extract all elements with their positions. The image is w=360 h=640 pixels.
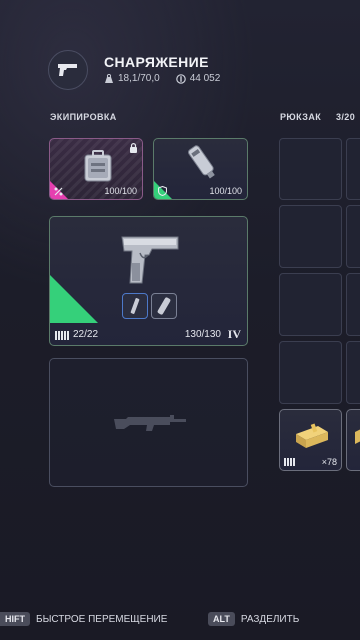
pistol-icon xyxy=(121,236,179,284)
item-count: ×78 xyxy=(321,457,337,467)
ammo-icon xyxy=(55,331,69,340)
money-value: 44 052 xyxy=(189,73,221,84)
backpack-item-partial[interactable] xyxy=(346,409,360,471)
backpack-slot[interactable] xyxy=(279,273,342,336)
backpack-slot[interactable] xyxy=(279,341,342,404)
rifle-silhouette-icon xyxy=(114,415,186,431)
magazine-icon xyxy=(130,298,140,314)
alt-key-hint: ALT xyxy=(208,612,235,626)
backpack-item-ammo[interactable]: ×78 xyxy=(279,409,342,471)
suppressor-icon xyxy=(157,297,171,315)
slot-count: 100/100 xyxy=(209,186,242,196)
quick-move-label: БЫСТРОЕ ПЕРЕМЕЩЕНИЕ xyxy=(36,613,168,625)
ammo-box-icon xyxy=(296,423,328,448)
ammo-icon xyxy=(284,458,295,466)
shift-key-hint: HIFT xyxy=(0,612,30,626)
backpack-label: РЮКЗАК xyxy=(280,112,322,122)
ammo-box-icon xyxy=(355,429,360,444)
attachment-slot-suppressor[interactable] xyxy=(151,293,177,319)
equipment-slot-case[interactable]: 100/100 xyxy=(49,138,143,200)
weapon-tier: IV xyxy=(227,327,241,341)
sprayer-icon xyxy=(188,145,215,179)
coin-icon xyxy=(175,73,186,84)
backpack-slot[interactable] xyxy=(279,205,342,268)
rarity-corner xyxy=(50,275,98,323)
backpack-slot[interactable] xyxy=(346,205,360,268)
split-label: РАЗДЕЛИТЬ xyxy=(240,613,300,625)
backpack-slot[interactable] xyxy=(346,273,360,336)
weight-value: 18,1/70,0 xyxy=(118,73,160,84)
pistol-icon xyxy=(58,64,77,76)
attachment-slot-magazine[interactable] xyxy=(122,293,148,319)
equipment-slot-sprayer[interactable]: 100/100 xyxy=(153,138,248,200)
page-title: СНАРЯЖЕНИЕ xyxy=(104,54,209,70)
backpack-slot[interactable] xyxy=(346,341,360,404)
weapon-slot-primary[interactable]: 22/22 130/130 IV xyxy=(49,216,248,346)
weight-icon xyxy=(105,74,113,83)
backpack-slot[interactable] xyxy=(346,138,360,200)
shield-icon xyxy=(158,186,167,196)
weapon-slot-secondary[interactable] xyxy=(49,358,248,487)
backpack-capacity: 3/20 xyxy=(336,112,356,122)
hint-split[interactable]: ALT РАЗДЕЛИТЬ xyxy=(208,612,299,626)
weapon-ammo: 22/22 xyxy=(73,329,99,340)
weapon-durability: 130/130 xyxy=(184,329,221,340)
lock-icon xyxy=(130,143,137,153)
slot-count: 100/100 xyxy=(104,186,137,196)
tool-case-icon xyxy=(84,150,112,182)
header-stats: 18,1/70,0 44 052 xyxy=(104,73,220,84)
loadout-icon-badge xyxy=(48,50,88,90)
percent-icon xyxy=(54,187,63,196)
backpack-slot[interactable] xyxy=(279,138,342,200)
hint-quick-move[interactable]: HIFT БЫСТРОЕ ПЕРЕМЕЩЕНИЕ xyxy=(0,612,167,626)
equipment-label: ЭКИПИРОВКА xyxy=(50,112,117,122)
